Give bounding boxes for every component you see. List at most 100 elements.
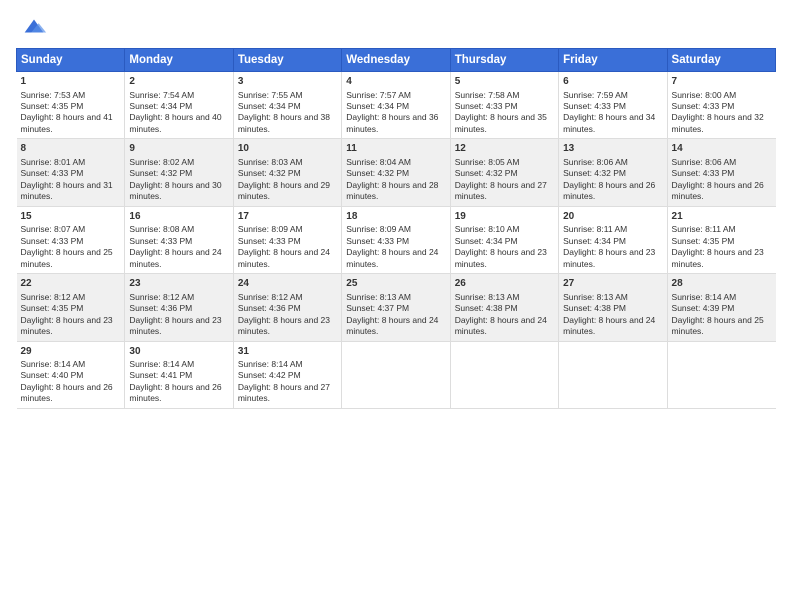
day-number: 19 — [455, 210, 554, 224]
sunset: Sunset: 4:33 PM — [238, 236, 301, 246]
sunrise: Sunrise: 8:06 AM — [672, 157, 737, 167]
daylight: Daylight: 8 hours and 41 minutes. — [21, 112, 113, 133]
col-header-wednesday: Wednesday — [342, 49, 450, 72]
day-cell: 30Sunrise: 8:14 AMSunset: 4:41 PMDayligh… — [125, 341, 233, 408]
day-cell: 18Sunrise: 8:09 AMSunset: 4:33 PMDayligh… — [342, 206, 450, 273]
sunset: Sunset: 4:33 PM — [672, 168, 735, 178]
daylight: Daylight: 8 hours and 24 minutes. — [563, 315, 655, 336]
day-number: 25 — [346, 277, 445, 291]
day-cell: 2Sunrise: 7:54 AMSunset: 4:34 PMDaylight… — [125, 72, 233, 139]
day-number: 16 — [129, 210, 228, 224]
sunrise: Sunrise: 8:06 AM — [563, 157, 628, 167]
sunrise: Sunrise: 7:53 AM — [21, 90, 86, 100]
day-number: 4 — [346, 75, 445, 89]
day-number: 30 — [129, 345, 228, 359]
daylight: Daylight: 8 hours and 25 minutes. — [672, 315, 764, 336]
daylight: Daylight: 8 hours and 36 minutes. — [346, 112, 438, 133]
day-number: 14 — [672, 142, 772, 156]
day-cell: 17Sunrise: 8:09 AMSunset: 4:33 PMDayligh… — [233, 206, 341, 273]
day-cell: 26Sunrise: 8:13 AMSunset: 4:38 PMDayligh… — [450, 274, 558, 341]
sunrise: Sunrise: 8:05 AM — [455, 157, 520, 167]
sunrise: Sunrise: 7:59 AM — [563, 90, 628, 100]
daylight: Daylight: 8 hours and 23 minutes. — [21, 315, 113, 336]
daylight: Daylight: 8 hours and 25 minutes. — [21, 247, 113, 268]
day-number: 22 — [21, 277, 121, 291]
sunrise: Sunrise: 8:04 AM — [346, 157, 411, 167]
day-number: 26 — [455, 277, 554, 291]
daylight: Daylight: 8 hours and 24 minutes. — [238, 247, 330, 268]
sunrise: Sunrise: 7:57 AM — [346, 90, 411, 100]
sunrise: Sunrise: 7:58 AM — [455, 90, 520, 100]
day-cell: 8Sunrise: 8:01 AMSunset: 4:33 PMDaylight… — [17, 139, 125, 206]
sunset: Sunset: 4:35 PM — [21, 101, 84, 111]
day-cell: 15Sunrise: 8:07 AMSunset: 4:33 PMDayligh… — [17, 206, 125, 273]
daylight: Daylight: 8 hours and 30 minutes. — [129, 180, 221, 201]
day-number: 10 — [238, 142, 337, 156]
page-container: SundayMondayTuesdayWednesdayThursdayFrid… — [0, 0, 792, 419]
sunrise: Sunrise: 8:08 AM — [129, 224, 194, 234]
sunrise: Sunrise: 8:13 AM — [455, 292, 520, 302]
day-number: 7 — [672, 75, 772, 89]
day-cell: 25Sunrise: 8:13 AMSunset: 4:37 PM Dayligh… — [342, 274, 450, 341]
sunrise: Sunrise: 8:14 AM — [238, 359, 303, 369]
daylight: Daylight: 8 hours and 26 minutes. — [672, 180, 764, 201]
day-number: 1 — [21, 75, 121, 89]
day-cell: 11Sunrise: 8:04 AMSunset: 4:32 PMDayligh… — [342, 139, 450, 206]
col-header-saturday: Saturday — [667, 49, 775, 72]
week-row-2: 8Sunrise: 8:01 AMSunset: 4:33 PMDaylight… — [17, 139, 776, 206]
daylight: Daylight: 8 hours and 23 minutes. — [238, 315, 330, 336]
day-cell: 22Sunrise: 8:12 AMSunset: 4:35 PMDayligh… — [17, 274, 125, 341]
day-cell: 10Sunrise: 8:03 AMSunset: 4:32 PM Dayligh… — [233, 139, 341, 206]
day-number: 31 — [238, 345, 337, 359]
day-cell: 27Sunrise: 8:13 AMSunset: 4:38 PMDayligh… — [559, 274, 667, 341]
daylight: Daylight: 8 hours and 23 minutes. — [563, 247, 655, 268]
day-number: 24 — [238, 277, 337, 291]
sunrise: Sunrise: 8:13 AM — [563, 292, 628, 302]
day-number: 29 — [21, 345, 121, 359]
daylight: Daylight: 8 hours and 24 minutes. — [346, 315, 438, 336]
sunrise: Sunrise: 8:03 AM — [238, 157, 303, 167]
col-header-thursday: Thursday — [450, 49, 558, 72]
daylight: Daylight: 8 hours and 23 minutes. — [455, 247, 547, 268]
daylight: Daylight: 8 hours and 29 minutes. — [238, 180, 330, 201]
sunset: Sunset: 4:32 PM — [238, 168, 301, 178]
daylight: Daylight: 8 hours and 27 minutes. — [455, 180, 547, 201]
day-number: 28 — [672, 277, 772, 291]
sunset: Sunset: 4:34 PM — [563, 236, 626, 246]
header — [16, 12, 776, 40]
sunrise: Sunrise: 8:09 AM — [238, 224, 303, 234]
logo — [16, 12, 48, 40]
calendar-table: SundayMondayTuesdayWednesdayThursdayFrid… — [16, 48, 776, 409]
sunset: Sunset: 4:40 PM — [21, 370, 84, 380]
week-row-5: 29 Sunrise: 8:14 AM Sunset: 4:40 PM Dayligh… — [17, 341, 776, 408]
day-cell: 21Sunrise: 8:11 AMSunset: 4:35 PMDayligh… — [667, 206, 775, 273]
day-cell: 1Sunrise: 7:53 AMSunset: 4:35 PMDaylight… — [17, 72, 125, 139]
daylight: Daylight: 8 hours and 26 minutes. — [21, 382, 113, 403]
day-number: 5 — [455, 75, 554, 89]
week-row-3: 15Sunrise: 8:07 AMSunset: 4:33 PMDayligh… — [17, 206, 776, 273]
sunrise: Sunrise: 7:55 AM — [238, 90, 303, 100]
day-cell — [559, 341, 667, 408]
daylight: Daylight: 8 hours and 27 minutes. — [238, 382, 330, 403]
day-number: 15 — [21, 210, 121, 224]
sunset: Sunset: 4:37 PM — [346, 303, 409, 313]
day-number: 18 — [346, 210, 445, 224]
day-number: 11 — [346, 142, 445, 156]
daylight: Daylight: 8 hours and 38 minutes. — [238, 112, 330, 133]
sunrise: Sunrise: 7:54 AM — [129, 90, 194, 100]
daylight: Daylight: 8 hours and 24 minutes. — [455, 315, 547, 336]
week-row-4: 22Sunrise: 8:12 AMSunset: 4:35 PMDayligh… — [17, 274, 776, 341]
day-cell: 19Sunrise: 8:10 AMSunset: 4:34 PMDayligh… — [450, 206, 558, 273]
sunrise: Sunrise: 8:12 AM — [238, 292, 303, 302]
sunrise: Sunrise: 8:01 AM — [21, 157, 86, 167]
sunset: Sunset: 4:34 PM — [238, 101, 301, 111]
sunset: Sunset: 4:32 PM — [346, 168, 409, 178]
sunrise: Sunrise: 8:13 AM — [346, 292, 411, 302]
sunset: Sunset: 4:33 PM — [563, 101, 626, 111]
day-number: 9 — [129, 142, 228, 156]
day-cell: 24Sunrise: 8:12 AMSunset: 4:36 PMDayligh… — [233, 274, 341, 341]
daylight: Daylight: 8 hours and 23 minutes. — [672, 247, 764, 268]
daylight: Daylight: 8 hours and 40 minutes. — [129, 112, 221, 133]
day-number: 6 — [563, 75, 662, 89]
day-cell — [450, 341, 558, 408]
